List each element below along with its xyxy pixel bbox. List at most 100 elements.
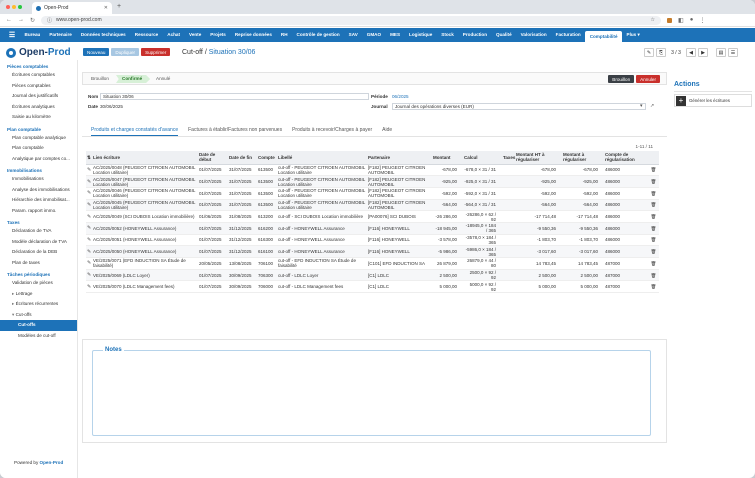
nav-item-partenaire[interactable]: Partenaire (45, 28, 76, 42)
edit-row-icon[interactable]: ✎ (87, 225, 91, 231)
sidebar-item-validation-de-pieces[interactable]: Validation de pièces (0, 278, 77, 289)
new-button[interactable]: Nouveau (83, 48, 110, 56)
table-row[interactable]: ✎ AC/2025/0050 (HONEYWELL Assurance) 01/07… (86, 245, 659, 258)
delete-row-icon[interactable]: 🗑 (651, 202, 657, 207)
previous-record-icon[interactable]: ◀ (686, 48, 696, 57)
table-row[interactable]: ✎ VE/2025/0070 (LDLC Management fees) 01/0… (86, 280, 659, 294)
list-view-icon[interactable]: ☰ (728, 48, 738, 57)
cell-lien-ecriture[interactable]: AC/2025/0052 (HONEYWELL Assurance) (92, 222, 198, 235)
browser-menu-icon[interactable]: ⋮ (699, 17, 705, 24)
column-header-libelle[interactable]: Libellé (277, 151, 367, 165)
attachment-icon[interactable]: ⎘ (656, 48, 666, 57)
minimize-window-icon[interactable] (12, 5, 16, 9)
table-row[interactable]: ✎ VE/2025/0071 (EFD INDUCTION SA Étude de… (86, 257, 659, 270)
cell-lien-ecriture[interactable]: AC/2025/0050 (HONEYWELL Assurance) (92, 245, 198, 258)
sidebar-item-immobilisations[interactable]: Immobilisations (0, 174, 77, 185)
edit-row-icon[interactable]: ✎ (87, 260, 91, 266)
sidebar-item-saisie-au-kilometre[interactable]: Saisie au kilomètre (0, 112, 77, 123)
column-header-montant[interactable]: Montant (432, 151, 463, 165)
nav-item-reprise-donnees[interactable]: Reprise données (230, 28, 276, 42)
periode-value[interactable]: 06/2025 (392, 94, 409, 99)
back-icon[interactable]: ← (6, 17, 12, 23)
cell-lien-ecriture[interactable]: AC/2025/0046 (PEUGEOT CITROEN AUTOMOBIL … (92, 187, 198, 200)
table-row[interactable]: ✎ AC/2025/0051 (HONEYWELL Assurance) 01/07… (86, 234, 659, 247)
edit-row-icon[interactable]: ✎ (87, 214, 91, 220)
sidebar-item-plan-comptable[interactable]: Plan comptable (0, 143, 77, 154)
column-header-date-de-debut[interactable]: Date de début (198, 151, 228, 165)
edit-row-icon[interactable]: ✎ (87, 284, 91, 290)
cancel-button[interactable]: Annuler (636, 75, 660, 83)
tab-help[interactable]: Aide (382, 124, 392, 136)
nom-field[interactable]: Situation 30/06 (100, 93, 369, 100)
cell-lien-ecriture[interactable]: AC/2025/0047 (PEUGEOT CITROEN AUTOMOBIL … (92, 175, 198, 188)
nav-item-production[interactable]: Production (458, 28, 491, 42)
journal-dropdown-icon[interactable]: ▾ (640, 103, 643, 109)
forward-icon[interactable]: → (18, 17, 24, 23)
delete-button[interactable]: Supprimer (141, 48, 171, 56)
sidebar-item-ecritures-comptables[interactable]: Écritures comptables (0, 70, 77, 81)
edit-row-icon[interactable]: ✎ (87, 202, 91, 208)
nav-item-sav[interactable]: SAV (344, 28, 362, 42)
nav-item-ressource[interactable]: Ressource (130, 28, 163, 42)
nav-item-stock[interactable]: Stock (437, 28, 459, 42)
column-header-lien-ecriture[interactable]: Lien écriture (92, 151, 198, 165)
generate-entries-button[interactable]: + Générer les écritures (674, 94, 752, 107)
sidebar-item-plan-de-taxes[interactable]: Plan de taxes (0, 258, 77, 269)
nav-item-comptabilite[interactable]: Comptabilité (585, 31, 623, 42)
nav-item-gmao[interactable]: GMAO (362, 28, 385, 42)
nav-item-qualite[interactable]: Qualité (492, 28, 517, 42)
delete-row-icon[interactable]: 🗑 (651, 261, 657, 266)
cell-lien-ecriture[interactable]: VE/2025/0069 (LDLC Loyer) (92, 269, 198, 282)
column-header-compte-de-regularisation[interactable]: Compte de régularisation (604, 151, 648, 165)
notes-field[interactable] (92, 350, 651, 436)
extension-icon[interactable] (667, 17, 673, 23)
nav-item-bureau[interactable]: Bureau (20, 28, 45, 42)
nav-item-rh[interactable]: RH (276, 28, 292, 42)
maximize-window-icon[interactable] (18, 5, 22, 9)
sidebar-item-cut-offs[interactable]: Cut-offs (0, 310, 77, 321)
delete-row-icon[interactable]: 🗑 (651, 191, 657, 196)
date-value[interactable]: 30/06/2025 (100, 104, 123, 109)
edit-row-icon[interactable]: ✎ (87, 237, 91, 243)
sidebar-item-lettrage[interactable]: Lettrage (0, 289, 77, 300)
table-row[interactable]: ✎ VE/2025/0069 (LDLC Loyer) 01/07/2025 30/0… (86, 269, 659, 282)
cell-lien-ecriture[interactable]: VE/2025/0071 (EFD INDUCTION SA Étude de … (92, 257, 198, 270)
nav-item-more[interactable]: Plus ▾ (622, 28, 644, 42)
hamburger-menu-icon[interactable]: ☰ (4, 31, 20, 39)
sidebar-item-cut-offs-current[interactable]: Cut-offs (0, 320, 77, 331)
column-header-taxes[interactable]: Taxes (502, 151, 515, 165)
edit-row-icon[interactable]: ✎ (87, 190, 91, 196)
cell-lien-ecriture[interactable]: AC/2025/0048 (PEUGEOT CITROEN AUTOMOBIL … (92, 164, 198, 177)
sidebar-item-analyse-des-immobilisations[interactable]: Analyse des immobilisations (0, 185, 77, 196)
sidebar-item-declaration-de-la-deb[interactable]: Déclaration de la DEB (0, 247, 77, 258)
table-row[interactable]: ✎ AC/2025/0049 (SCI DUBOIS Location immob… (86, 210, 659, 223)
edit-row-icon[interactable]: ✎ (87, 167, 91, 173)
sidebar-item-param-rapport-immo[interactable]: Param. rapport immo. (0, 206, 77, 217)
status-step-draft[interactable]: Brouillon (91, 75, 109, 83)
cell-lien-ecriture[interactable]: VE/2025/0070 (LDLC Management fees) (92, 280, 198, 294)
column-header-date-de-fin[interactable]: Date de fin (228, 151, 257, 165)
delete-row-icon[interactable]: 🗑 (651, 214, 657, 219)
set-draft-button[interactable]: Brouillon (608, 75, 635, 83)
table-row[interactable]: ✎ AC/2025/0047 (PEUGEOT CITROEN AUTOMOBIL… (86, 175, 659, 188)
profile-icon[interactable]: ● (690, 17, 694, 23)
table-row[interactable]: ✎ AC/2025/0046 (PEUGEOT CITROEN AUTOMOBIL… (86, 187, 659, 200)
nav-item-valorisation[interactable]: Valorisation (516, 28, 551, 42)
tab-prepaid[interactable]: Produits et charges constatés d'avance (91, 124, 179, 136)
column-header-partenaire[interactable]: Partenaire (367, 151, 432, 165)
cell-lien-ecriture[interactable]: AC/2025/0051 (HONEYWELL Assurance) (92, 234, 198, 247)
delete-row-icon[interactable]: 🗑 (651, 226, 657, 231)
reorder-icon[interactable]: ⇅ (87, 155, 91, 160)
status-step-cancelled[interactable]: Annulé (156, 75, 170, 83)
bookmark-icon[interactable]: ☆ (651, 17, 655, 23)
nav-item-donnees-techniques[interactable]: Données techniques (76, 28, 130, 42)
edit-icon[interactable]: ✎ (644, 48, 654, 57)
column-header-montant-a-regulariser[interactable]: Montant à régulariser (562, 151, 604, 165)
status-step-confirmed[interactable]: Confirmé (116, 75, 151, 83)
nav-item-achat[interactable]: Achat (163, 28, 185, 42)
next-record-icon[interactable]: ▶ (698, 48, 708, 57)
new-tab-icon[interactable]: + (117, 3, 121, 10)
delete-row-icon[interactable]: 🗑 (651, 249, 657, 254)
column-header-compte[interactable]: Compte (257, 151, 277, 165)
sidebar-item-modele-declaration-de-tva[interactable]: Modèle déclaration de TVA (0, 237, 77, 248)
